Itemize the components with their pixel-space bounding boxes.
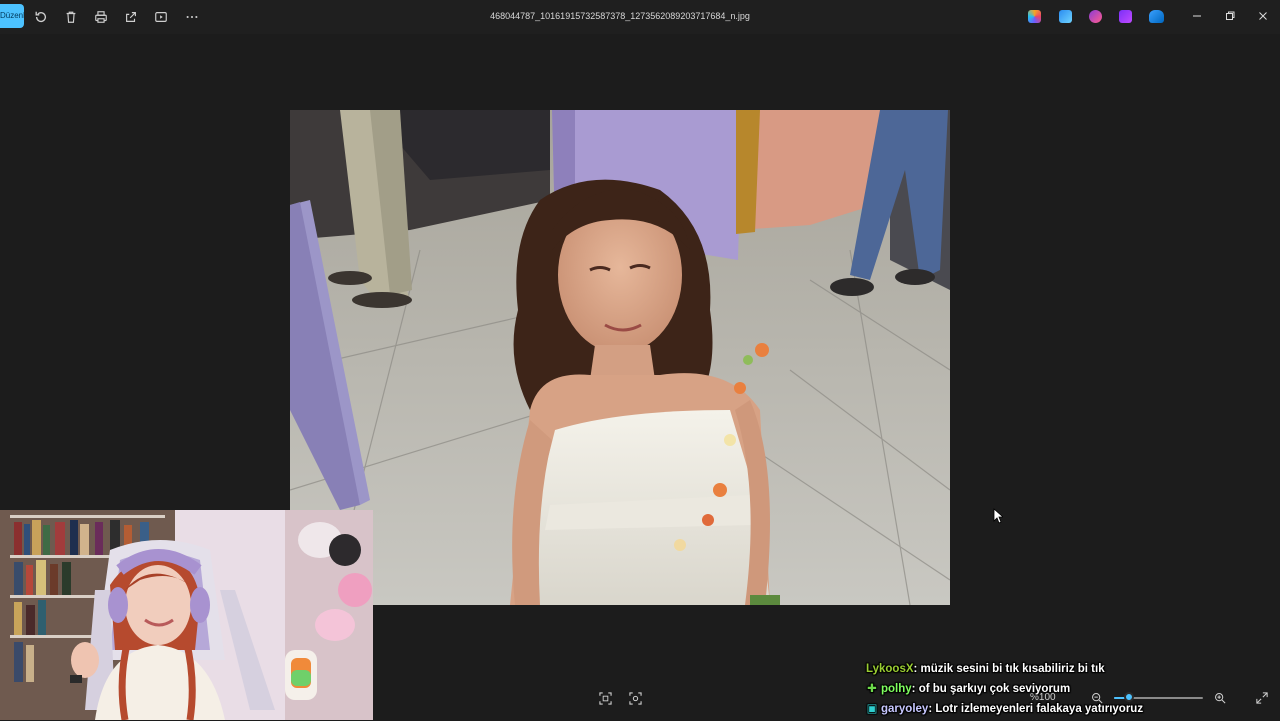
chat-message: ▣ garyoley: Lotr izlemeyenleri falakaya y… (866, 701, 1266, 721)
designer-icon[interactable] (1119, 10, 1132, 23)
chat-text: : of bu şarkıyı çok seviyorum (911, 683, 1071, 695)
badge-icon: ▣ (866, 703, 878, 715)
minimize-icon[interactable] (1190, 9, 1204, 23)
editor-icon[interactable] (1059, 10, 1072, 23)
subscriber-badge-icon: ✚ (867, 683, 877, 695)
restore-icon[interactable] (1223, 9, 1237, 23)
chat-username: LykoosX (866, 663, 914, 675)
edit-button[interactable]: Düzenle (0, 4, 24, 28)
chat-username: garyoley (881, 703, 929, 715)
share-icon[interactable] (122, 8, 140, 26)
file-name: 468044787_10161915732587378_127356208920… (490, 11, 750, 21)
fit-to-window-icon[interactable] (598, 691, 612, 705)
chat-message: LykoosX: müzik sesini bi tık kısabiliriz… (866, 661, 1266, 681)
chat-username: polhy (881, 683, 912, 695)
slideshow-icon[interactable] (152, 8, 170, 26)
chat-text: : Lotr izlemeyenleri falakaya yatırıyoru… (928, 703, 1144, 715)
close-icon[interactable] (1256, 9, 1270, 23)
chat-overlay: LykoosX: müzik sesini bi tık kısabiliriz… (866, 661, 1266, 721)
onedrive-icon[interactable] (1149, 10, 1164, 23)
chat-text: : müzik sesini bi tık kısabiliriz bi tık (913, 663, 1105, 675)
mouse-cursor-icon (993, 508, 1005, 524)
chat-message: ✚ polhy: of bu şarkıyı çok seviyorum (866, 681, 1266, 701)
clipchamp-icon[interactable] (1089, 10, 1102, 23)
more-icon[interactable] (183, 8, 201, 26)
copilot-icon[interactable] (1028, 10, 1041, 23)
webcam-overlay (0, 510, 373, 720)
print-icon[interactable] (92, 8, 110, 26)
visual-search-icon[interactable] (628, 691, 642, 705)
main-photo[interactable] (290, 110, 950, 605)
delete-icon[interactable] (62, 8, 80, 26)
rotate-icon[interactable] (32, 8, 50, 26)
